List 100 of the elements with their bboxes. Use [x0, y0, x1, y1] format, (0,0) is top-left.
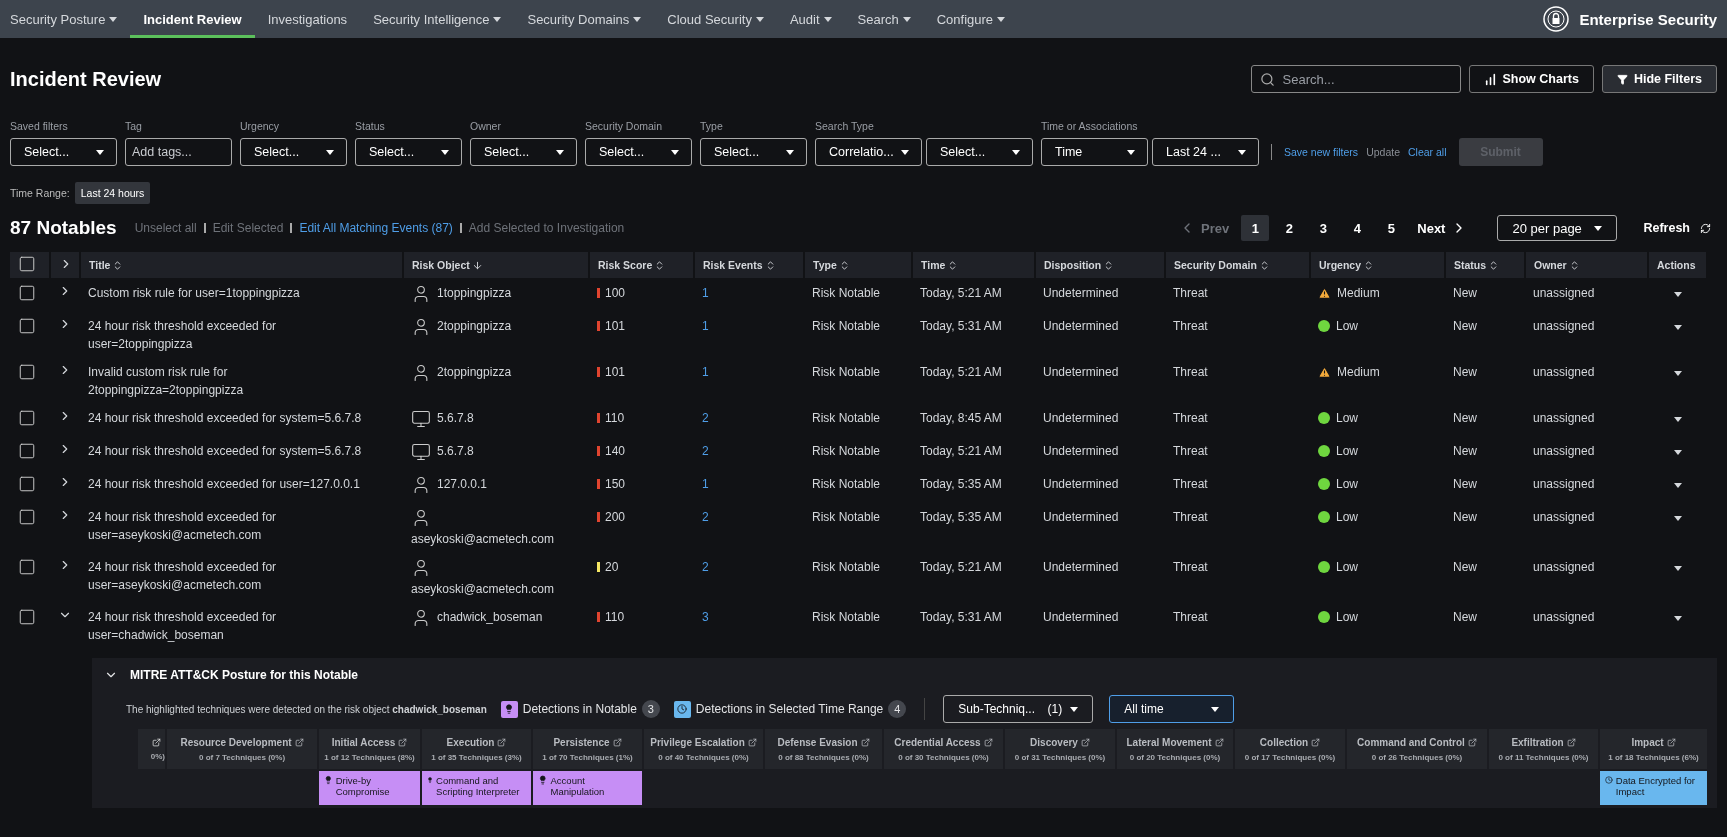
select-all-checkbox[interactable] [18, 255, 36, 273]
tactic-name[interactable]: Privilege Escalation [650, 736, 757, 748]
risk-events-link[interactable]: 1 [702, 477, 709, 491]
technique-tile[interactable]: Command and Scripting Interpreter [422, 771, 531, 805]
actions-caret-icon[interactable] [1673, 450, 1682, 455]
column-header[interactable]: Risk Object [403, 252, 589, 278]
column-header[interactable]: Status [1445, 252, 1525, 278]
nav-item[interactable]: Incident Review [130, 0, 255, 38]
nav-item[interactable]: Audit [776, 0, 845, 38]
nav-item[interactable]: Investigations [254, 0, 361, 38]
risk-events-link[interactable]: 1 [702, 319, 709, 333]
risk-events-link[interactable]: 2 [702, 444, 709, 458]
page-button[interactable]: 2 [1275, 215, 1304, 241]
show-charts-button[interactable]: Show Charts [1468, 65, 1594, 93]
technique-tile[interactable]: Data Encrypted for Impact [1600, 771, 1707, 805]
hide-filters-button[interactable]: Hide Filters [1601, 65, 1717, 93]
filter-action-link[interactable]: Save new filters [1284, 146, 1359, 158]
row-checkbox[interactable] [18, 363, 36, 381]
nav-item[interactable]: Search [844, 0, 924, 38]
column-header[interactable]: Title [80, 252, 403, 278]
nav-item[interactable]: Security Domains [514, 0, 655, 38]
column-header[interactable]: Type [804, 252, 912, 278]
refresh-button[interactable]: Refresh [1637, 220, 1717, 236]
tactic-name[interactable]: Command and Control [1357, 736, 1477, 748]
page-button[interactable]: 3 [1309, 215, 1338, 241]
row-checkbox[interactable] [18, 558, 36, 576]
row-checkbox[interactable] [18, 409, 36, 427]
filter-select[interactable]: Select... [470, 138, 577, 166]
filter-select[interactable]: Select... [700, 138, 807, 166]
risk-events-link[interactable]: 1 [702, 286, 709, 300]
sort-icon[interactable] [1363, 259, 1374, 271]
time-cell-text: Today, 5:31 AM [919, 609, 1003, 626]
page-button[interactable]: 1 [1241, 215, 1270, 241]
technique-tile[interactable]: Account Manipulation [533, 771, 642, 805]
tag-input[interactable]: Add tags... [125, 138, 232, 166]
actions-caret-icon[interactable] [1673, 325, 1682, 330]
risk-events-link[interactable]: 2 [702, 411, 709, 425]
filter-select[interactable]: Select... [240, 138, 347, 166]
type-cell-text: Risk Notable [811, 318, 882, 335]
page-button[interactable]: 4 [1343, 215, 1372, 241]
bulk-action-link[interactable]: Edit All Matching Events (87) [299, 221, 453, 235]
prev-page-button[interactable]: Prev [1173, 215, 1236, 241]
nav-item[interactable]: Cloud Security [654, 0, 777, 38]
filter-select[interactable]: Select... [355, 138, 462, 166]
column-header[interactable]: Security Domain [1165, 252, 1310, 278]
filter-select[interactable]: Select... [10, 138, 117, 166]
risk-events-link[interactable]: 1 [702, 365, 709, 379]
nav-item[interactable]: Security Posture [10, 0, 131, 38]
row-checkbox[interactable] [18, 508, 36, 526]
next-page-button[interactable]: Next [1411, 215, 1474, 241]
tactic-name[interactable]: Collection [1259, 736, 1321, 748]
risk-events-link[interactable]: 3 [702, 610, 709, 624]
filter-select[interactable]: Select... [926, 138, 1033, 166]
sort-descending-icon[interactable] [471, 259, 483, 271]
row-checkbox[interactable] [18, 317, 36, 335]
column-header[interactable]: Time [912, 252, 1035, 278]
search-field[interactable]: Search... [1250, 65, 1461, 93]
column-header[interactable]: Risk Score [589, 252, 694, 278]
column-header[interactable]: Actions [1648, 252, 1707, 278]
tactic-name[interactable]: Initial Access [331, 736, 408, 748]
row-checkbox[interactable] [18, 608, 36, 626]
actions-caret-icon[interactable] [1673, 516, 1682, 521]
row-checkbox[interactable] [18, 475, 36, 493]
actions-caret-icon[interactable] [1673, 616, 1682, 621]
owner-cell-text: unassigned [1532, 559, 1596, 576]
filter-select[interactable]: Select... [585, 138, 692, 166]
actions-caret-icon[interactable] [1673, 371, 1682, 376]
tactic-name[interactable]: Defense Evasion [777, 736, 870, 748]
count-badge: 3 [641, 700, 660, 718]
risk-events-link[interactable]: 2 [702, 510, 709, 524]
actions-caret-icon[interactable] [1673, 483, 1682, 488]
tactic-name[interactable]: Lateral Movement [1126, 736, 1224, 748]
per-page-select[interactable]: 20 per page [1497, 215, 1618, 241]
filter-select[interactable]: Correlatio... [815, 138, 922, 166]
filter-action-link[interactable]: Clear all [1408, 146, 1447, 158]
actions-caret-icon[interactable] [1673, 292, 1682, 297]
tactic-name[interactable]: Execution [446, 736, 507, 748]
actions-caret-icon[interactable] [1673, 566, 1682, 571]
actions-caret-icon[interactable] [1673, 417, 1682, 422]
sub-techniques-select[interactable]: Sub-Techniq... (1) [943, 695, 1094, 723]
tactic-name[interactable]: Resource Development [180, 736, 304, 748]
tactic-name[interactable]: Impact [1631, 736, 1676, 748]
tactic-name[interactable]: Exfiltration [1511, 736, 1576, 748]
tactic-name[interactable]: Persistence [553, 736, 622, 748]
column-header[interactable]: Risk Events [694, 252, 804, 278]
row-checkbox[interactable] [18, 284, 36, 302]
column-header[interactable]: Urgency [1310, 252, 1445, 278]
column-header[interactable]: Owner [1525, 252, 1648, 278]
time-select[interactable]: All time [1109, 695, 1235, 723]
risk-events-link[interactable]: 2 [702, 560, 709, 574]
tactic-name[interactable]: Credential Access [894, 736, 993, 748]
technique-tile[interactable]: Drive-by Compromise [319, 771, 420, 805]
filter-select[interactable]: Last 24 ... [1152, 138, 1259, 166]
nav-item[interactable]: Security Intelligence [360, 0, 515, 38]
page-button[interactable]: 5 [1377, 215, 1406, 241]
filter-select[interactable]: Time [1041, 138, 1148, 166]
tactic-name[interactable]: Discovery [1030, 736, 1090, 748]
column-header[interactable]: Disposition [1035, 252, 1165, 278]
row-checkbox[interactable] [18, 442, 36, 460]
nav-item[interactable]: Configure [923, 0, 1019, 38]
